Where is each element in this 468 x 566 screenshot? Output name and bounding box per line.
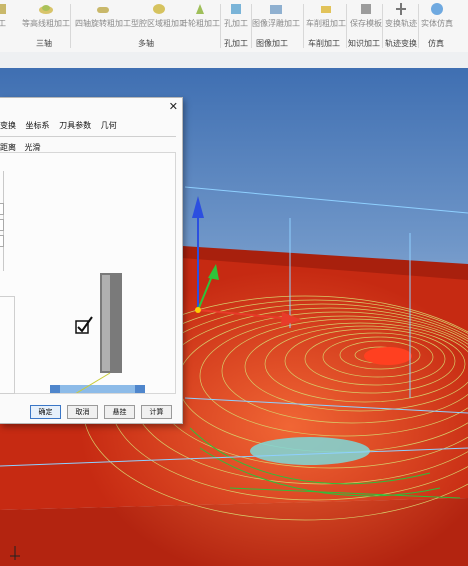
ribbon-item-hole[interactable]: 孔加工 xyxy=(224,2,248,29)
hide-button[interactable]: 悬挂 xyxy=(104,405,135,419)
ribbon-divider xyxy=(70,4,71,48)
ribbon-divider xyxy=(346,4,347,48)
dialog-tabs-row1: 变换 坐标系 刀具参数 几何 xyxy=(0,120,124,131)
parameter-panel xyxy=(0,152,176,394)
tab-divider xyxy=(0,136,176,137)
transform-path-icon xyxy=(396,3,406,15)
group-transform: 轨迹变换 xyxy=(385,39,417,48)
ribbon-item-turning[interactable]: 车削粗加工 xyxy=(306,2,346,29)
tool-icon xyxy=(0,4,6,14)
tab-distance[interactable]: 距离 xyxy=(0,143,16,152)
ribbon-divider xyxy=(418,4,419,48)
group-simulation: 仿真 xyxy=(428,39,444,48)
tab-transform[interactable]: 变换 xyxy=(0,121,16,130)
save-template-icon xyxy=(361,4,371,14)
tab-geometry[interactable]: 几何 xyxy=(101,121,117,130)
ok-button[interactable]: 确定 xyxy=(30,405,61,419)
illustration xyxy=(50,273,145,393)
ribbon-item-contour-rough[interactable]: 等高线粗加工 xyxy=(22,2,70,29)
ribbon-divider xyxy=(251,4,252,48)
contour-rough-icon xyxy=(39,5,53,14)
cavity-area-icon xyxy=(153,4,165,14)
group-hole: 孔加工 xyxy=(224,39,248,48)
ribbon-divider xyxy=(303,4,304,48)
four-axis-rotary-icon xyxy=(97,7,109,13)
image-relief-icon xyxy=(270,5,282,14)
tab-tool-parameters[interactable]: 刀具参数 xyxy=(59,121,91,130)
hole-icon xyxy=(231,4,241,14)
group-three-axis: 三轴 xyxy=(36,39,52,48)
turning-rough-icon xyxy=(321,6,331,13)
tab-coordinate-system[interactable]: 坐标系 xyxy=(26,121,50,130)
group-knowledge: 知识加工 xyxy=(348,39,380,48)
ribbon-divider xyxy=(382,4,383,48)
ribbon-item-tool[interactable]: 工 xyxy=(0,2,10,29)
origin-point xyxy=(195,307,201,313)
ribbon-item-save-template[interactable]: 保存模板 xyxy=(350,2,382,29)
pocket xyxy=(60,385,135,393)
tool-highlight xyxy=(102,275,110,371)
boss-top xyxy=(364,347,412,365)
close-icon[interactable]: ✕ xyxy=(169,100,178,113)
impeller-icon xyxy=(196,4,204,14)
ribbon-toolbar: 工 等高线粗加工 四轴旋转粗加工 型腔区域粗加工 叶轮粗加工 孔加工 图像浮雕加… xyxy=(0,0,468,53)
tab-smoothing[interactable]: 光滑 xyxy=(25,143,41,152)
ribbon-item-solid-sim[interactable]: 实体仿真 xyxy=(421,2,453,29)
group-image: 图像加工 xyxy=(256,39,288,48)
calculate-button[interactable]: 计算 xyxy=(141,405,172,419)
ribbon-item-four-axis[interactable]: 四轴旋转粗加工 xyxy=(75,2,131,29)
ribbon-divider xyxy=(220,4,221,48)
toolpath-parameter-dialog: ✕ 变换 坐标系 刀具参数 几何 距离 光滑 确定 取消 悬挂 计算 xyxy=(0,97,183,424)
ribbon-item-cavity[interactable]: 型腔区域粗加工 xyxy=(131,2,187,29)
hole-face xyxy=(250,437,370,465)
ribbon-item-image-relief[interactable]: 图像浮雕加工 xyxy=(252,2,300,29)
group-multi-axis: 多轴 xyxy=(138,39,154,48)
group-turning: 车削加工 xyxy=(308,39,340,48)
ribbon-item-transform-path[interactable]: 变换轨迹 xyxy=(385,2,417,29)
solid-sim-icon xyxy=(431,3,443,15)
cancel-button[interactable]: 取消 xyxy=(67,405,98,419)
document-tab-strip xyxy=(0,52,468,68)
ribbon-item-impeller[interactable]: 叶轮粗加工 xyxy=(180,2,220,29)
